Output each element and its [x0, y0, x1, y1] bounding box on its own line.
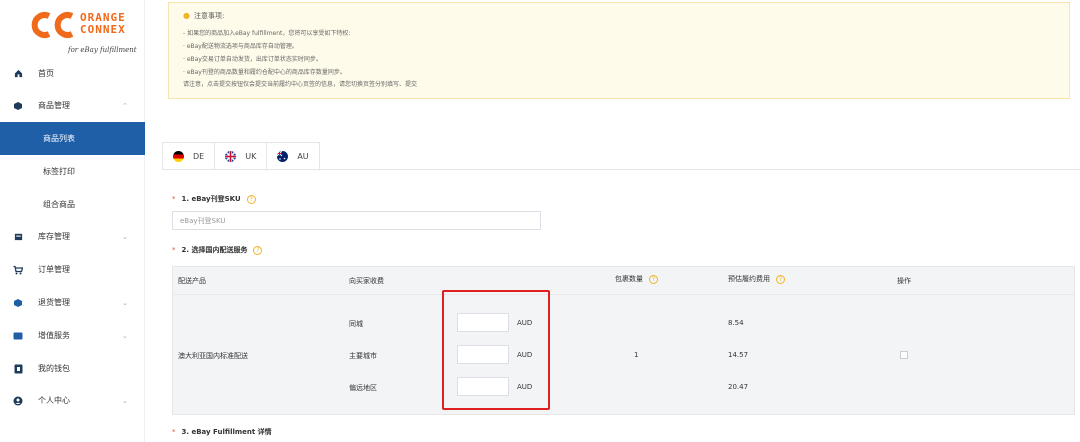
sidebar-item-label: 增值服务	[38, 331, 70, 340]
help-icon[interactable]: ?	[649, 274, 658, 284]
sidebar-item-label-print[interactable]: 标签打印	[0, 155, 145, 188]
sidebar-item-returns[interactable]: 退货管理 ⌄	[0, 286, 145, 319]
highlight-box	[442, 290, 550, 410]
column-header-package-count: 包裹数量?	[615, 274, 658, 284]
help-icon[interactable]: ?	[776, 274, 785, 284]
sku-input[interactable]: eBay刊登SKU	[172, 211, 541, 230]
sku-label-text: 1. eBay刊登SKU	[181, 195, 241, 203]
est-fee-value: 8.54	[728, 319, 744, 327]
sidebar-item-label: 库存管理	[38, 232, 70, 241]
est-fee-value: 20.47	[728, 383, 749, 391]
package-count: 1	[634, 351, 639, 359]
sidebar-item-product-management[interactable]: 商品管理 ⌃	[0, 89, 145, 122]
brand-logo: ORANGE CONNEX for eBay fulfillment	[30, 8, 140, 60]
shipping-label-text: 2. 选择国内配送服务	[181, 246, 248, 254]
notice-line: - 如果您的商品加入eBay fulfillment，您将可以享受如下特权:	[183, 30, 351, 37]
details-field-label: * 3. eBay Fulfillment 详情	[172, 427, 272, 437]
shipping-table: 配送产品 向买家收费 包裹数量? 预估履约费用? 操作 澳大利亚国内标准配送 1…	[172, 266, 1075, 415]
orange-connex-logo-icon	[31, 12, 74, 38]
chevron-down-icon: ⌄	[122, 298, 128, 307]
user-icon	[13, 396, 23, 406]
sidebar-item-inventory[interactable]: 库存管理 ⌄	[0, 220, 145, 253]
germany-flag-icon	[173, 151, 184, 162]
notice-panel: ● 注意事项: - 如果您的商品加入eBay fulfillment，您将可以享受…	[168, 2, 1070, 99]
column-header-text: 预估履约费用	[728, 275, 770, 283]
tab-label: AU	[297, 152, 309, 161]
details-label-text: 3. eBay Fulfillment 详情	[181, 428, 272, 436]
sidebar-item-label: 我的钱包	[38, 364, 70, 373]
column-header-product: 配送产品	[178, 277, 206, 285]
sidebar-item-orders[interactable]: 订单管理	[0, 253, 145, 286]
cart-icon	[13, 265, 23, 275]
chevron-up-icon: ⌃	[122, 101, 128, 110]
return-icon	[13, 298, 23, 308]
brand-line-2: CONNEX	[80, 23, 126, 36]
notice-line: · eBay配送物流选项与商品库存自动管理。	[183, 43, 298, 50]
help-icon[interactable]: ?	[246, 194, 256, 204]
table-header: 配送产品 向买家收费 包裹数量? 预估履约费用? 操作	[173, 267, 1074, 295]
brand-name: ORANGE CONNEX	[80, 12, 126, 36]
sidebar-item-label: 商品列表	[43, 134, 75, 143]
sidebar-item-bundle-products[interactable]: 组合商品	[0, 188, 145, 221]
sidebar-item-product-list[interactable]: 商品列表	[0, 122, 145, 155]
column-header-buyer-fee: 向买家收费	[349, 277, 384, 285]
notice-line: 请注意，点击提交按钮仅会提交当前履约中心页签的信息，请您切换页签分别填写、提交	[183, 81, 418, 88]
tab-divider	[162, 169, 1080, 170]
sidebar-item-personal-center[interactable]: 个人中心 ⌄	[0, 384, 145, 417]
sku-field-label: * 1. eBay刊登SKU?	[172, 194, 256, 204]
shipping-field-label: * 2. 选择国内配送服务?	[172, 245, 263, 255]
select-checkbox[interactable]	[900, 351, 908, 359]
help-icon[interactable]: ?	[253, 245, 263, 255]
sku-input-placeholder: eBay刊登SKU	[180, 216, 226, 225]
tab-uk[interactable]: UK	[214, 142, 268, 170]
sidebar-item-label: 标签打印	[43, 167, 75, 176]
box-icon	[13, 101, 23, 111]
australia-flag-icon	[277, 151, 289, 162]
notice-title-text: 注意事项:	[193, 12, 225, 20]
tab-au[interactable]: AU	[266, 142, 320, 171]
column-header-text: 包裹数量	[615, 275, 643, 283]
tab-label: UK	[245, 152, 257, 161]
sidebar: ORANGE CONNEX for eBay fulfillment 首页 商品…	[0, 0, 145, 442]
sidebar-item-label: 订单管理	[38, 265, 70, 274]
chevron-down-icon: ⌄	[122, 232, 128, 241]
sidebar-item-value-added[interactable]: 增值服务 ⌄	[0, 319, 145, 352]
tab-label: DE	[193, 152, 205, 161]
chevron-down-icon: ⌄	[122, 331, 128, 340]
notice-line: · eBay交易订单自动发货，出库订单状态实时同步。	[183, 56, 322, 63]
wallet-icon	[13, 364, 23, 374]
sidebar-item-label: 首页	[38, 69, 54, 78]
home-icon	[13, 69, 23, 79]
est-fee-value: 14.57	[728, 351, 749, 359]
sidebar-item-label: 退货管理	[38, 298, 70, 307]
sidebar-item-label: 组合商品	[43, 200, 75, 209]
notice-title: ● 注意事项:	[183, 11, 224, 21]
brand-subtitle: for eBay fulfillment	[68, 46, 137, 54]
zone-label: 同城	[349, 320, 363, 328]
notice-line: · eBay刊登的商品数量和履约仓配中心的商品库存数量同步。	[183, 69, 346, 76]
required-mark: *	[172, 195, 176, 203]
zone-label: 偏远地区	[349, 384, 377, 392]
lightbulb-icon: ●	[183, 11, 190, 20]
chevron-down-icon: ⌄	[122, 396, 128, 405]
service-icon	[13, 331, 23, 341]
required-mark: *	[172, 428, 176, 436]
tab-de[interactable]: DE	[162, 142, 216, 170]
uk-flag-icon	[225, 151, 237, 162]
sidebar-item-home[interactable]: 首页	[0, 57, 145, 90]
sidebar-item-wallet[interactable]: 我的钱包	[0, 352, 145, 385]
sidebar-item-label: 商品管理	[38, 101, 70, 110]
column-header-est-fee: 预估履约费用?	[728, 274, 785, 284]
sidebar-item-label: 个人中心	[38, 396, 70, 405]
product-name: 澳大利亚国内标准配送	[178, 352, 248, 360]
warehouse-tabs: DE UK AU	[162, 142, 320, 171]
inventory-icon	[13, 232, 23, 242]
required-mark: *	[172, 246, 176, 254]
column-header-action: 操作	[897, 277, 911, 285]
zone-label: 主要城市	[349, 352, 377, 360]
